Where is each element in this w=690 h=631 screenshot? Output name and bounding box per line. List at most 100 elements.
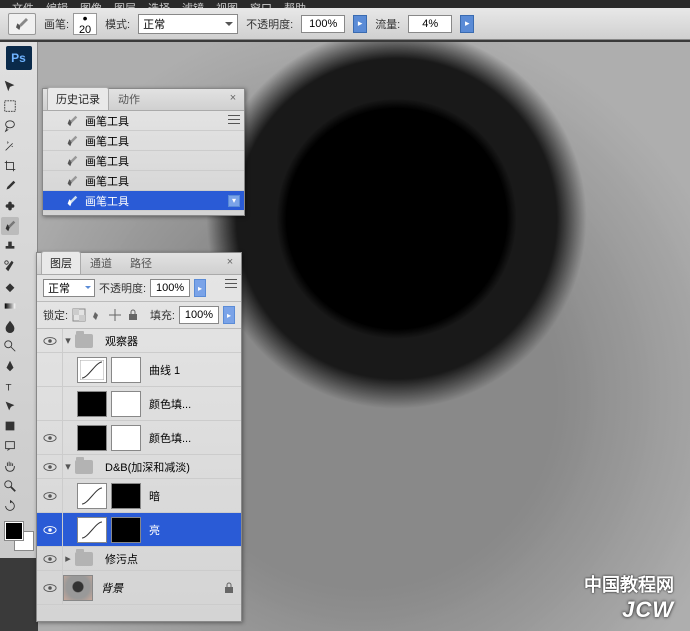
menu-edit[interactable]: 编辑 <box>42 0 72 8</box>
visibility-toggle[interactable] <box>37 421 63 454</box>
chevron-down-icon[interactable]: ▾ <box>228 195 240 207</box>
close-icon[interactable]: × <box>223 255 237 269</box>
visibility-toggle[interactable] <box>37 571 63 604</box>
visibility-toggle[interactable] <box>37 329 63 352</box>
hand-tool[interactable] <box>1 457 19 475</box>
rotate-tool[interactable] <box>1 497 19 515</box>
menu-view[interactable]: 视图 <box>212 0 242 8</box>
tab-paths[interactable]: 路径 <box>121 251 161 274</box>
lock-position-icon[interactable] <box>108 308 122 322</box>
blend-mode-select[interactable]: 正常 <box>138 14 238 34</box>
history-item-label: 画笔工具 <box>85 193 129 209</box>
path-select-tool[interactable] <box>1 397 19 415</box>
move-tool[interactable] <box>1 77 19 95</box>
notes-tool[interactable] <box>1 437 19 455</box>
layer-light[interactable]: 亮 <box>37 513 241 547</box>
flow-slider-arrow[interactable] <box>460 15 474 33</box>
brush-size-picker[interactable]: 20 <box>73 13 97 35</box>
tab-actions[interactable]: 动作 <box>109 87 149 110</box>
tool-preset-picker[interactable] <box>8 13 36 35</box>
opacity-slider-arrow[interactable] <box>353 15 367 33</box>
lock-transparent-icon[interactable] <box>72 308 86 322</box>
menu-filter[interactable]: 滤镜 <box>178 0 208 8</box>
wand-tool[interactable] <box>1 137 19 155</box>
disclosure-icon[interactable]: ▾ <box>63 462 73 472</box>
eraser-tool[interactable] <box>1 277 19 295</box>
disclosure-icon[interactable]: ▾ <box>63 336 73 346</box>
color-swatches[interactable] <box>5 522 33 550</box>
brush-icon <box>65 154 79 168</box>
dodge-tool[interactable] <box>1 337 19 355</box>
menu-window[interactable]: 窗口 <box>246 0 276 8</box>
menu-help[interactable]: 帮助 <box>280 0 310 8</box>
tab-channels[interactable]: 通道 <box>81 251 121 274</box>
menu-select[interactable]: 选择 <box>144 0 174 8</box>
layer-blend-select[interactable]: 正常 <box>43 279 95 297</box>
healing-tool[interactable] <box>1 197 19 215</box>
close-icon[interactable]: × <box>226 91 240 105</box>
visibility-toggle[interactable] <box>37 455 63 478</box>
mask-thumb <box>111 517 141 543</box>
layer-fill-input[interactable]: 100% <box>179 306 219 324</box>
layer-colorfill-1[interactable]: 颜色填... <box>37 387 241 421</box>
visibility-toggle[interactable] <box>37 387 63 420</box>
layer-group-observer[interactable]: ▾ 观察器 <box>37 329 241 353</box>
history-item-label: 画笔工具 <box>85 113 129 129</box>
visibility-toggle[interactable] <box>37 479 63 512</box>
menu-image[interactable]: 图像 <box>76 0 106 8</box>
zoom-tool[interactable] <box>1 477 19 495</box>
marquee-tool[interactable] <box>1 97 19 115</box>
gradient-tool[interactable] <box>1 297 19 315</box>
tab-history[interactable]: 历史记录 <box>47 87 109 110</box>
solid-thumb <box>77 391 107 417</box>
curves-thumb <box>77 483 107 509</box>
layer-fill-arrow[interactable] <box>223 306 235 324</box>
layer-curves-1[interactable]: 曲线 1 <box>37 353 241 387</box>
layer-group-spots[interactable]: ▸ 修污点 <box>37 547 241 571</box>
brush-tool[interactable] <box>1 217 19 235</box>
lock-all-icon[interactable] <box>126 308 140 322</box>
panel-menu-icon[interactable] <box>225 277 237 289</box>
stamp-tool[interactable] <box>1 237 19 255</box>
flow-input[interactable]: 4% <box>408 15 452 33</box>
blur-tool[interactable] <box>1 317 19 335</box>
menu-file[interactable]: 文件 <box>8 0 38 8</box>
visibility-toggle[interactable] <box>37 547 63 570</box>
visibility-toggle[interactable] <box>37 513 63 546</box>
watermark-text-2: JCW <box>622 597 674 623</box>
panel-menu-icon[interactable] <box>228 113 240 125</box>
layer-group-db[interactable]: ▾ D&B(加深和减淡) <box>37 455 241 479</box>
visibility-toggle[interactable] <box>37 353 63 386</box>
lock-pixels-icon[interactable] <box>90 308 104 322</box>
history-item[interactable]: 画笔工具 <box>43 111 244 131</box>
history-item-label: 画笔工具 <box>85 173 129 189</box>
folder-icon <box>75 460 93 474</box>
menu-layer[interactable]: 图层 <box>110 0 140 8</box>
pen-tool[interactable] <box>1 357 19 375</box>
history-item[interactable]: 画笔工具 <box>43 171 244 191</box>
eyedropper-tool[interactable] <box>1 177 19 195</box>
layer-name: 背景 <box>101 580 223 596</box>
layer-dark[interactable]: 暗 <box>37 479 241 513</box>
history-brush-tool[interactable] <box>1 257 19 275</box>
lasso-tool[interactable] <box>1 117 19 135</box>
layer-name: D&B(加深和减淡) <box>105 459 235 475</box>
layer-colorfill-2[interactable]: 颜色填... <box>37 421 241 455</box>
mode-label: 模式: <box>105 16 130 32</box>
history-item[interactable]: 画笔工具 ▾ <box>43 191 244 211</box>
foreground-color[interactable] <box>5 522 23 540</box>
lock-label: 锁定: <box>43 307 68 323</box>
type-tool[interactable]: T <box>1 377 19 395</box>
shape-tool[interactable] <box>1 417 19 435</box>
layer-background[interactable]: 背景 <box>37 571 241 605</box>
tab-layers[interactable]: 图层 <box>41 251 81 274</box>
history-item[interactable]: 画笔工具 <box>43 131 244 151</box>
mask-thumb <box>111 483 141 509</box>
brush-icon <box>65 194 79 208</box>
opacity-input[interactable]: 100% <box>301 15 345 33</box>
layer-opacity-arrow[interactable] <box>194 279 206 297</box>
history-item[interactable]: 画笔工具 <box>43 151 244 171</box>
crop-tool[interactable] <box>1 157 19 175</box>
disclosure-icon[interactable]: ▸ <box>63 554 73 564</box>
layer-opacity-input[interactable]: 100% <box>150 279 190 297</box>
